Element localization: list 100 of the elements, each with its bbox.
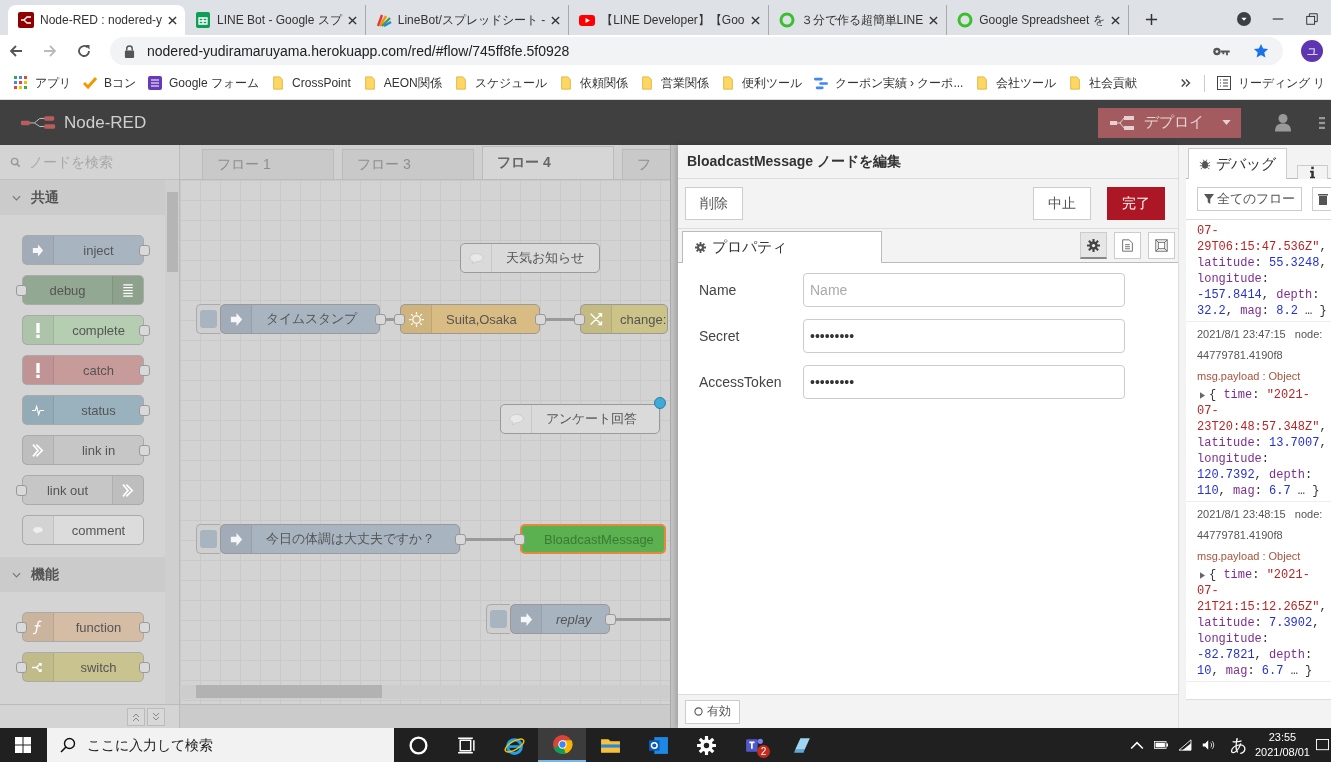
video-play-icon [579,12,596,28]
frame-icon [1155,239,1168,252]
check-icon [83,76,97,90]
reload-icon[interactable] [76,43,92,59]
delete-button[interactable]: 削除 [685,187,743,220]
text-field[interactable]: ••••••••• [803,365,1125,399]
info-tab[interactable] [1297,165,1328,179]
taskbar-search-field[interactable]: ここに入力して検索 [47,728,394,762]
cancel-button[interactable]: 中止 [1033,187,1091,220]
star-icon[interactable] [1253,43,1269,59]
speech-bubble-icon [508,411,524,427]
browser-tab[interactable]: Node-RED : nodered-y [8,5,186,35]
bookmark-item[interactable]: 会社ツール [975,74,1057,92]
flow-node[interactable]: replay [510,604,610,634]
chevron-icon [12,194,21,201]
appearance-button[interactable] [1148,232,1175,259]
bookmark-item[interactable]: クーポン実績 › クーポ... [813,74,964,92]
bookmark-item[interactable]: アプリ [14,74,71,92]
payload-line: 120.7392, depth: [1197,468,1313,482]
pulse-icon [32,402,44,418]
palette-node[interactable]: switch [22,652,144,682]
apps-grid-icon [14,76,28,90]
flow-node[interactable]: change: [580,304,668,334]
flow-node[interactable]: 天気お知らせ [460,243,600,273]
notification-icon[interactable] [1316,738,1329,752]
info-icon [1310,166,1315,179]
bookmark-item[interactable]: Google フォーム [148,74,260,92]
bookmark-item[interactable]: 社会貢献 [1068,74,1138,92]
close-icon[interactable] [929,15,939,25]
sun-icon [408,311,424,327]
close-icon[interactable] [750,15,760,25]
palette-node[interactable]: status [22,395,144,425]
user-icon[interactable] [1275,113,1291,132]
reading-list-button[interactable]: リーディング リ [1203,74,1325,92]
chevron-up-icon[interactable] [1129,739,1144,751]
close-icon[interactable] [168,15,178,25]
address-bar[interactable]: nodered-yudiramaruyama.herokuapp.com/red/#flow/745ff8fe.5f0928 [110,37,1283,65]
flow-node[interactable]: タイムスタンプ [220,304,380,334]
expand-caret-icon[interactable] [1200,391,1205,399]
bookmark-item[interactable]: スケジュール [453,74,547,92]
arrow-icon [518,611,534,627]
bookmark-item[interactable]: Bコン [83,74,136,92]
wifi-icon[interactable] [1177,739,1192,751]
bookmark-item[interactable]: 依頼関係 [558,74,628,92]
taskbar-app[interactable]: 2 [730,728,778,762]
key-icon[interactable] [1212,45,1231,57]
text-field[interactable]: Name [803,273,1125,307]
palette-node[interactable]: link out [22,475,144,505]
scrollbar[interactable] [165,180,179,704]
message-topic: msg.payload : Object [1197,549,1302,564]
category-header[interactable]: 共通 [0,180,165,215]
category-header[interactable]: 機能 [0,557,165,592]
chevron-icon[interactable] [1179,76,1192,90]
back-icon[interactable] [8,43,24,59]
expand-all-button[interactable] [127,707,145,726]
close-icon[interactable] [551,15,561,25]
speaker-icon[interactable] [1201,739,1216,751]
clear-button[interactable] [1312,187,1331,211]
palette-node[interactable]: comment [22,515,144,545]
palette-node[interactable]: function [22,612,144,642]
tab-search-icon[interactable] [1237,12,1251,26]
bookmark-item[interactable]: AEON関係 [362,74,442,92]
done-button[interactable]: 完了 [1107,187,1165,220]
palette-node[interactable]: link in [22,435,144,465]
input-method-indicator[interactable]: あ [1229,733,1247,757]
close-icon[interactable] [1110,15,1120,25]
function-icon [32,619,44,635]
restore-icon[interactable] [1305,12,1319,26]
flow-node[interactable]: 今日の体調は大丈夫ですか？ [220,524,460,554]
collapse-all-button[interactable] [147,707,165,726]
bookmark-item[interactable]: 便利ツール [720,74,802,92]
text-field[interactable]: ••••••••• [803,319,1125,353]
flow-node[interactable]: アンケート回答 [500,404,660,434]
profile-avatar[interactable]: ユ [1301,40,1323,62]
payload-line: 32.2, mag: 8.2 … } [1197,304,1327,318]
flow-logo-icon [18,12,34,28]
battery-icon[interactable] [1153,739,1168,751]
properties-tab[interactable]: プロパティ [682,231,882,263]
filter-button[interactable]: 全てのフロー [1197,187,1302,211]
expand-caret-icon[interactable] [1200,571,1205,579]
bug-icon [1199,158,1211,170]
splitter-handle[interactable] [670,145,678,728]
taskbar-app[interactable] [538,728,586,762]
flow-node[interactable]: Suita,Osaka [400,304,540,334]
windows-logo-icon[interactable] [15,737,31,753]
clock[interactable]: 23:55 2021/08/01 [1254,730,1310,760]
circle-icon [694,707,703,716]
flow-tab[interactable]: フロー 4 [482,146,614,179]
payload-line: { time: "2021- [1209,388,1310,402]
palette-node[interactable]: complete [22,315,144,345]
bookmark-item[interactable]: CrossPoint [271,76,351,90]
bookmark-item[interactable]: 営業関係 [639,74,709,92]
settings-button[interactable] [1080,232,1107,259]
scrollbar[interactable] [180,685,670,699]
new-tab-icon[interactable] [1144,13,1158,26]
palette-node[interactable]: inject [22,235,144,265]
debug-tab[interactable]: デバッグ [1188,148,1287,179]
enabled-toggle[interactable]: 有効 [685,699,740,724]
close-icon[interactable] [347,15,357,25]
description-button[interactable] [1114,232,1141,259]
